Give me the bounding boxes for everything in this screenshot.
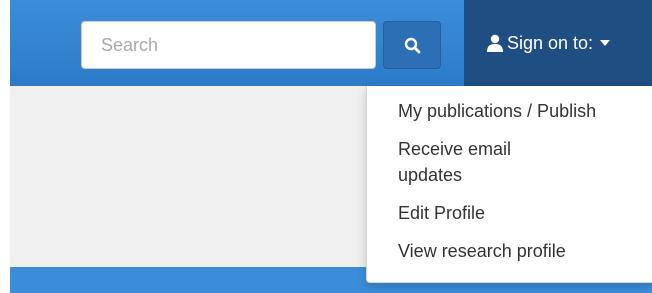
search-icon	[404, 37, 421, 54]
sign-on-label: Sign on to:	[507, 32, 594, 53]
menu-item-receive-email-updates[interactable]: Receive email updates	[367, 130, 568, 194]
sign-on-menu: My publications / Publish Receive email …	[366, 86, 652, 283]
menu-item-view-research-profile[interactable]: View research profile	[367, 232, 652, 270]
search-button[interactable]	[383, 21, 441, 69]
user-icon	[486, 34, 504, 52]
sign-on-dropdown-toggle[interactable]: Sign on to:	[464, 0, 652, 86]
menu-item-edit-profile[interactable]: Edit Profile	[367, 194, 652, 232]
page: Sign on to: My publications / Publish Re…	[0, 0, 652, 293]
menu-item-my-publications[interactable]: My publications / Publish	[367, 92, 652, 130]
caret-down-icon	[600, 40, 611, 46]
search-input[interactable]	[81, 21, 376, 69]
